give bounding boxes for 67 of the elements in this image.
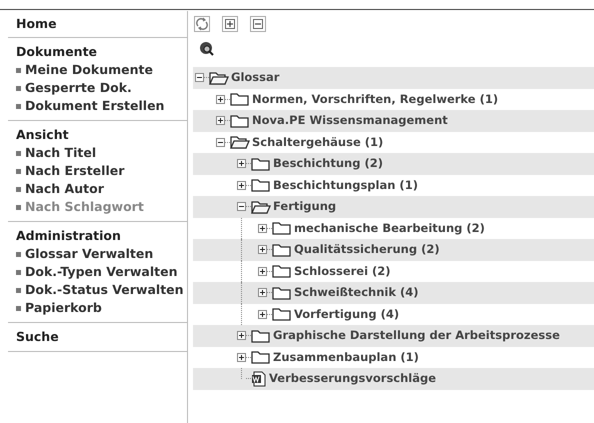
word-document-icon: [251, 370, 267, 387]
bullet-icon: [16, 168, 21, 174]
section-heading[interactable]: Home: [16, 15, 179, 33]
minus-box-icon[interactable]: [237, 202, 246, 212]
folder-icon: [272, 264, 292, 278]
menu-link[interactable]: Nach Titel: [25, 144, 96, 162]
plus-box-icon[interactable]: [258, 224, 267, 233]
folder-icon: [230, 114, 250, 128]
menu-link[interactable]: Papierkorb: [25, 299, 102, 317]
folder-icon: [272, 286, 292, 300]
tree-node-label[interactable]: Vorfertigung (4): [294, 306, 400, 323]
menu-link[interactable]: Meine Dokumente: [25, 61, 153, 79]
bullet-icon: [16, 204, 21, 210]
bullet-icon: [16, 186, 21, 192]
collapse-all-icon[interactable]: [250, 16, 266, 32]
bullet-icon: [16, 288, 21, 292]
bullet-icon: [16, 150, 21, 156]
tree-node-label[interactable]: Glossar: [231, 69, 280, 86]
tree-node-label[interactable]: Fertigung: [273, 198, 336, 216]
menu-link[interactable]: Dok.-Status Verwalten: [25, 281, 184, 299]
open-folder-icon: [251, 200, 271, 214]
expand-all-icon[interactable]: [222, 16, 238, 32]
minus-box-icon[interactable]: [216, 138, 225, 147]
plus-box-icon[interactable]: [216, 94, 225, 104]
bullet-icon: [16, 86, 21, 90]
plus-box-icon[interactable]: [237, 159, 246, 168]
plus-box-icon[interactable]: [237, 180, 246, 190]
menu-link[interactable]: Glossar Verwalten: [25, 245, 154, 263]
menu-link[interactable]: Dok.-Typen Verwalten: [25, 263, 178, 281]
folder-icon: [272, 221, 292, 236]
section-heading: Administration: [16, 227, 122, 245]
refresh-icon[interactable]: [194, 16, 210, 32]
folder-icon: [272, 307, 292, 322]
menu-link[interactable]: Nach Autor: [25, 180, 104, 198]
section-heading: Ansicht: [16, 126, 70, 144]
folder-icon: [272, 242, 292, 257]
folder-icon: [230, 92, 250, 106]
menu-link[interactable]: Dokument Erstellen: [25, 97, 164, 115]
plus-box-icon[interactable]: [258, 245, 267, 254]
tree-node-label[interactable]: Normen, Vorschriften, Regelwerke (1): [252, 90, 498, 108]
plus-box-icon[interactable]: [216, 116, 225, 126]
tree-node-label[interactable]: Zusammenbauplan (1): [273, 348, 419, 366]
tree-node-label[interactable]: Schaltergehäuse (1): [252, 134, 384, 151]
plus-box-icon[interactable]: [237, 331, 246, 340]
menu-link[interactable]: Gesperrte Dok.: [25, 79, 132, 97]
bullet-icon: [16, 306, 21, 310]
open-folder-icon: [230, 135, 250, 150]
tree-node-label[interactable]: Beschichtungsplan (1): [273, 176, 418, 194]
bullet-icon: [16, 270, 21, 274]
section-heading: Dokumente: [16, 43, 98, 61]
tree-node-label[interactable]: Schlosserei (2): [294, 262, 391, 280]
bullet-icon: [16, 68, 21, 72]
folder-icon: [251, 156, 271, 171]
folder-icon: [251, 328, 271, 343]
plus-box-icon[interactable]: [258, 310, 267, 319]
minus-box-icon[interactable]: [195, 73, 204, 82]
open-folder-icon: [209, 70, 229, 85]
tree-node-label[interactable]: mechanische Bearbeitung (2): [294, 220, 485, 237]
bullet-icon: [16, 104, 21, 108]
bullet-icon: [16, 252, 21, 256]
menu-link[interactable]: Nach Ersteller: [25, 162, 124, 180]
plus-box-icon[interactable]: [237, 352, 246, 362]
plus-box-icon[interactable]: [258, 288, 267, 298]
section-heading[interactable]: Suche: [16, 328, 179, 346]
plus-box-icon[interactable]: [258, 266, 267, 276]
folder-icon: [251, 350, 271, 364]
folder-icon: [251, 178, 271, 192]
